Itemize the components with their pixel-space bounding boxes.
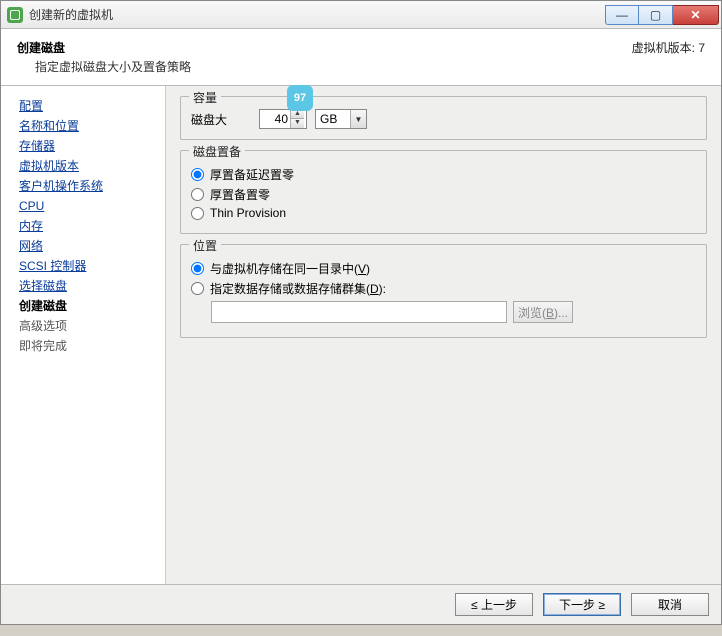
step-storage[interactable]: 存储器 bbox=[19, 136, 165, 156]
disk-unit-value: GB bbox=[320, 112, 337, 126]
location-option-same[interactable]: 与虚拟机存储在同一目录中(V) bbox=[191, 260, 696, 277]
step-advanced: 高级选项 bbox=[19, 316, 165, 336]
radio-thin[interactable] bbox=[191, 207, 204, 220]
provision-option-thick-lazy[interactable]: 厚置备延迟置零 bbox=[191, 166, 696, 183]
radio-thick-eager-label: 厚置备置零 bbox=[210, 186, 270, 203]
radio-specify-datastore-label: 指定数据存储或数据存储群集(D): bbox=[210, 280, 386, 297]
step-select-disk[interactable]: 选择磁盘 bbox=[19, 276, 165, 296]
location-option-specify[interactable]: 指定数据存储或数据存储群集(D): bbox=[191, 280, 696, 297]
wizard-body: 配置 名称和位置 存储器 虚拟机版本 客户机操作系统 CPU 内存 网络 SCS… bbox=[1, 86, 721, 584]
radio-thin-label: Thin Provision bbox=[210, 206, 286, 220]
disk-size-spinner[interactable]: ▲ ▼ bbox=[259, 109, 307, 129]
chevron-down-icon[interactable]: ▼ bbox=[350, 110, 366, 128]
minimize-button[interactable]: — bbox=[605, 5, 639, 25]
step-config[interactable]: 配置 bbox=[19, 96, 165, 116]
step-create-disk[interactable]: 创建磁盘 bbox=[19, 296, 165, 316]
location-group: 位置 与虚拟机存储在同一目录中(V) 指定数据存储或数据存储群集(D): 浏览(… bbox=[180, 244, 707, 338]
vsphere-icon bbox=[7, 7, 23, 23]
titlebar: 创建新的虚拟机 — ▢ ✕ bbox=[1, 1, 721, 29]
disk-unit-select[interactable]: GB ▼ bbox=[315, 109, 367, 129]
cancel-button[interactable]: 取消 bbox=[631, 593, 709, 616]
step-scsi[interactable]: SCSI 控制器 bbox=[19, 256, 165, 276]
capacity-legend: 容量 bbox=[189, 89, 221, 106]
spinner-up-icon[interactable]: ▲ bbox=[291, 110, 304, 119]
radio-thick-lazy-label: 厚置备延迟置零 bbox=[210, 166, 294, 183]
wizard-header: 创建磁盘 指定虚拟磁盘大小及置备策略 虚拟机版本: 7 bbox=[1, 29, 721, 86]
number-badge-icon: 97 bbox=[287, 85, 313, 111]
step-network[interactable]: 网络 bbox=[19, 236, 165, 256]
step-guest-os[interactable]: 客户机操作系统 bbox=[19, 176, 165, 196]
disk-size-input[interactable] bbox=[260, 112, 290, 126]
wizard-steps-sidebar: 配置 名称和位置 存储器 虚拟机版本 客户机操作系统 CPU 内存 网络 SCS… bbox=[1, 86, 166, 584]
wizard-window: 创建新的虚拟机 — ▢ ✕ 创建磁盘 指定虚拟磁盘大小及置备策略 虚拟机版本: … bbox=[0, 0, 722, 625]
close-button[interactable]: ✕ bbox=[673, 5, 719, 25]
step-vm-version[interactable]: 虚拟机版本 bbox=[19, 156, 165, 176]
radio-same-location-label: 与虚拟机存储在同一目录中(V) bbox=[210, 260, 370, 277]
vm-version-label: 虚拟机版本: 7 bbox=[632, 39, 705, 56]
window-title: 创建新的虚拟机 bbox=[29, 6, 605, 23]
capacity-group: 容量 97 磁盘大 ▲ ▼ GB ▼ bbox=[180, 96, 707, 140]
back-button[interactable]: ≤ 上一步 bbox=[455, 593, 533, 616]
wizard-content: 容量 97 磁盘大 ▲ ▼ GB ▼ bbox=[166, 86, 721, 584]
spinner-down-icon[interactable]: ▼ bbox=[291, 119, 304, 128]
step-ready: 即将完成 bbox=[19, 336, 165, 356]
disk-size-label: 磁盘大 bbox=[191, 111, 251, 128]
page-subtitle: 指定虚拟磁盘大小及置备策略 bbox=[35, 58, 191, 75]
provision-legend: 磁盘置备 bbox=[189, 143, 245, 160]
page-title: 创建磁盘 bbox=[17, 39, 191, 56]
provision-group: 磁盘置备 厚置备延迟置零 厚置备置零 Thin Provision bbox=[180, 150, 707, 234]
step-memory[interactable]: 内存 bbox=[19, 216, 165, 236]
radio-specify-datastore[interactable] bbox=[191, 282, 204, 295]
radio-same-location[interactable] bbox=[191, 262, 204, 275]
datastore-path-input bbox=[211, 301, 507, 323]
step-cpu[interactable]: CPU bbox=[19, 196, 165, 216]
provision-option-thin[interactable]: Thin Provision bbox=[191, 206, 696, 220]
radio-thick-eager[interactable] bbox=[191, 188, 204, 201]
maximize-button[interactable]: ▢ bbox=[639, 5, 673, 25]
browse-button: 浏览(B)... bbox=[513, 301, 573, 323]
location-legend: 位置 bbox=[189, 237, 221, 254]
wizard-footer: ≤ 上一步 下一步 ≥ 取消 bbox=[1, 584, 721, 624]
next-button[interactable]: 下一步 ≥ bbox=[543, 593, 621, 616]
step-name-location[interactable]: 名称和位置 bbox=[19, 116, 165, 136]
window-controls: — ▢ ✕ bbox=[605, 5, 719, 25]
provision-option-thick-eager[interactable]: 厚置备置零 bbox=[191, 186, 696, 203]
radio-thick-lazy[interactable] bbox=[191, 168, 204, 181]
